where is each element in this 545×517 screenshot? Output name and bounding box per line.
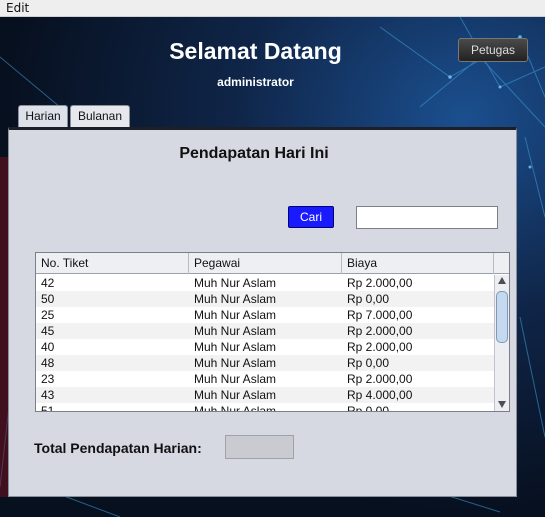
cell-biaya: Rp 2.000,00 xyxy=(347,276,413,290)
tab-bulanan[interactable]: Bulanan xyxy=(70,105,130,127)
table-row[interactable]: 40 Muh Nur Aslam Rp 2.000,00 xyxy=(36,339,494,355)
cell-pegawai: Muh Nur Aslam xyxy=(194,276,277,290)
cell-biaya: Rp 2.000,00 xyxy=(347,324,413,338)
cell-pegawai: Muh Nur Aslam xyxy=(194,388,277,402)
scroll-up-arrow-icon[interactable] xyxy=(498,277,506,284)
table-row[interactable]: 45 Muh Nur Aslam Rp 2.000,00 xyxy=(36,323,494,339)
cell-pegawai: Muh Nur Aslam xyxy=(194,324,277,338)
cell-pegawai: Muh Nur Aslam xyxy=(194,340,277,354)
cell-biaya: Rp 4.000,00 xyxy=(347,388,413,402)
cell-pegawai: Muh Nur Aslam xyxy=(194,404,277,411)
table-scrollbar[interactable] xyxy=(494,275,509,411)
cell-no-tiket: 43 xyxy=(41,388,55,402)
cell-no-tiket: 45 xyxy=(41,324,55,338)
panel-title: Pendapatan Hari Ini xyxy=(179,145,329,162)
table-row[interactable]: 43 Muh Nur Aslam Rp 4.000,00 xyxy=(36,387,494,403)
welcome-title: Selamat Datang xyxy=(169,38,342,64)
table-row[interactable]: 25 Muh Nur Aslam Rp 7.000,00 xyxy=(36,307,494,323)
table-row[interactable]: 23 Muh Nur Aslam Rp 2.000,00 xyxy=(36,371,494,387)
harian-panel: Pendapatan Hari Ini Cari No. Tiket Pegaw… xyxy=(8,127,517,497)
column-header-pegawai[interactable]: Pegawai xyxy=(189,253,342,274)
cell-pegawai: Muh Nur Aslam xyxy=(194,356,277,370)
table-body: 42 Muh Nur Aslam Rp 2.000,00 50 Muh Nur … xyxy=(36,275,494,411)
cell-no-tiket: 48 xyxy=(41,356,55,370)
petugas-button[interactable]: Petugas xyxy=(458,38,528,62)
cell-biaya: Rp 0,00 xyxy=(347,356,390,370)
column-header-no-tiket[interactable]: No. Tiket xyxy=(36,253,189,274)
cell-biaya: Rp 7.000,00 xyxy=(347,308,413,322)
table-row[interactable]: 42 Muh Nur Aslam Rp 2.000,00 xyxy=(36,275,494,291)
cell-pegawai: Muh Nur Aslam xyxy=(194,292,277,306)
cell-no-tiket: 40 xyxy=(41,340,55,354)
menu-bar: Edit xyxy=(0,0,545,17)
cell-no-tiket: 42 xyxy=(41,276,55,290)
cell-biaya: Rp 2.000,00 xyxy=(347,340,413,354)
scroll-down-arrow-icon[interactable] xyxy=(498,401,506,408)
cell-no-tiket: 51 xyxy=(41,404,55,411)
table-row[interactable]: 51 Muh Nur Aslam Rp 0,00 xyxy=(36,403,494,411)
menu-edit[interactable]: Edit xyxy=(6,1,29,15)
pendapatan-table: No. Tiket Pegawai Biaya 42 Muh Nur Aslam… xyxy=(35,252,510,412)
cell-pegawai: Muh Nur Aslam xyxy=(194,308,277,322)
search-input[interactable] xyxy=(356,206,498,229)
total-pendapatan-field xyxy=(225,435,294,459)
username-label: administrator xyxy=(217,75,294,89)
header-corner xyxy=(494,253,509,274)
tab-harian[interactable]: Harian xyxy=(18,105,68,127)
column-header-biaya[interactable]: Biaya xyxy=(342,253,494,274)
cell-biaya: Rp 2.000,00 xyxy=(347,372,413,386)
table-header: No. Tiket Pegawai Biaya xyxy=(36,253,494,274)
cell-no-tiket: 50 xyxy=(41,292,55,306)
table-row[interactable]: 48 Muh Nur Aslam Rp 0,00 xyxy=(36,355,494,371)
cell-biaya: Rp 0,00 xyxy=(347,404,390,411)
cell-pegawai: Muh Nur Aslam xyxy=(194,372,277,386)
total-pendapatan-label: Total Pendapatan Harian: xyxy=(34,440,202,456)
scroll-thumb[interactable] xyxy=(496,291,508,343)
cell-no-tiket: 25 xyxy=(41,308,55,322)
cell-biaya: Rp 0,00 xyxy=(347,292,390,306)
cell-no-tiket: 23 xyxy=(41,372,55,386)
table-row[interactable]: 50 Muh Nur Aslam Rp 0,00 xyxy=(36,291,494,307)
cari-button[interactable]: Cari xyxy=(288,206,334,228)
